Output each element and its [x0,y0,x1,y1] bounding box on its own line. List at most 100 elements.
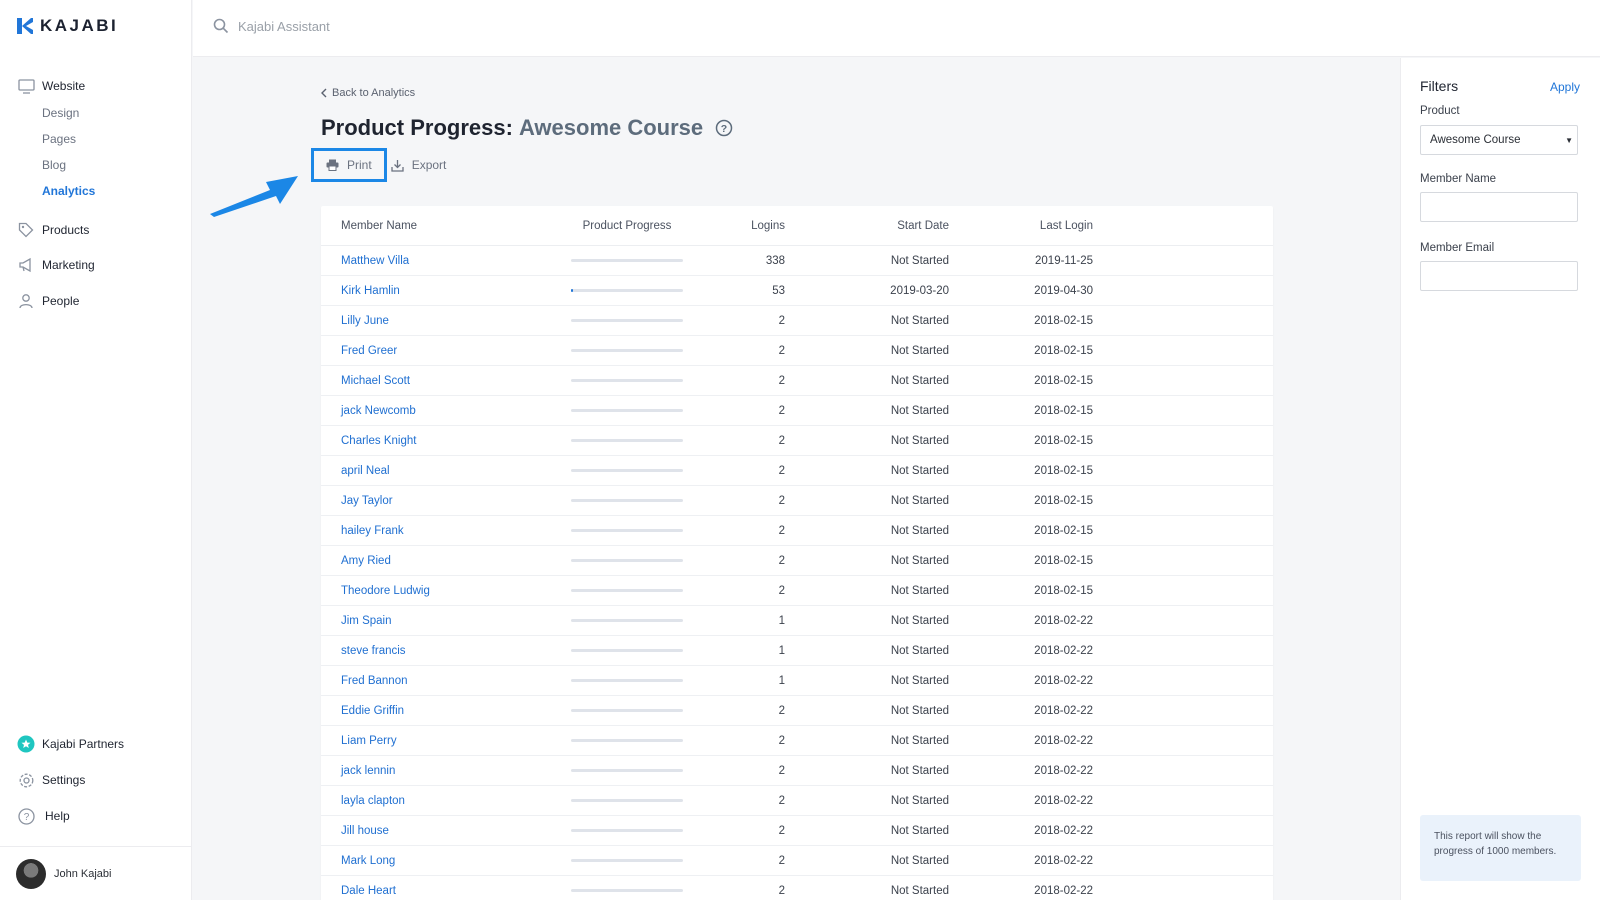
export-button[interactable]: Export [391,158,446,172]
report-actions: Print Export [311,148,446,182]
member-name-link[interactable]: april Neal [341,465,390,477]
progress-cell [561,409,693,412]
back-to-analytics-link[interactable]: Back to Analytics [321,87,415,99]
question-circle-icon[interactable]: ? [715,119,733,137]
member-name-cell: Lilly June [321,315,561,327]
person-icon [17,292,35,310]
start-date-cell: Not Started [890,494,949,507]
table-header: Member Name Product Progress Logins Star… [321,206,1273,246]
last-login-cell: 2018-02-22 [1034,824,1093,837]
print-label: Print [347,158,372,172]
table-row: Amy Ried 2 Not Started 2018-02-15 [321,546,1273,576]
member-name-cell: jack Newcomb [321,405,561,417]
last-login-cell: 2018-02-15 [1034,584,1093,597]
member-name-link[interactable]: Lilly June [341,315,389,327]
progress-bar [571,559,683,562]
col-last-login[interactable]: Last Login [949,220,1093,232]
member-name-link[interactable]: Mark Long [341,855,395,867]
user-name: John Kajabi [54,868,112,880]
progress-bar [571,319,683,322]
member-name-link[interactable]: Kirk Hamlin [341,285,400,297]
progress-cell [561,349,693,352]
search-input[interactable] [238,18,538,34]
col-member-name[interactable]: Member Name [321,220,561,232]
member-name-link[interactable]: layla clapton [341,795,405,807]
start-date-cell: Not Started [890,344,949,357]
nav-kajabi-partners[interactable]: Kajabi Partners [0,734,192,754]
member-name-link[interactable]: Matthew Villa [341,255,409,267]
member-name-link[interactable]: steve francis [341,645,406,657]
apply-filters-link[interactable]: Apply [1550,80,1580,94]
product-filter-label: Product [1420,105,1460,117]
start-date-cell: Not Started [890,524,949,537]
page-title-product: Awesome Course [518,115,704,140]
member-name-link[interactable]: Jill house [341,825,389,837]
monitor-icon [17,77,35,95]
member-email-input[interactable] [1420,261,1578,291]
table-row: Matthew Villa 338 Not Started 2019-11-25 [321,246,1273,276]
logins-cell: 338 [765,254,785,267]
member-name-link[interactable]: Charles Knight [341,435,416,447]
product-select[interactable]: Awesome Course ▼ [1420,125,1578,155]
logins-cell: 2 [778,524,785,537]
nav-products[interactable]: Products [0,220,192,240]
progress-bar [571,289,683,292]
member-name-link[interactable]: hailey Frank [341,525,404,537]
member-name-link[interactable]: Jay Taylor [341,495,393,507]
nav-pages[interactable]: Pages [0,126,192,152]
nav-analytics[interactable]: Analytics [0,178,192,204]
member-name-link[interactable]: Jim Spain [341,615,392,627]
member-name-link[interactable]: Liam Perry [341,735,397,747]
progress-cell [561,649,693,652]
logins-cell: 2 [778,494,785,507]
member-email-label: Member Email [1420,242,1495,254]
logins-cell: 2 [778,584,785,597]
kajabi-logo[interactable]: KAJABI [17,16,118,36]
start-date-cell: Not Started [890,434,949,447]
col-start-date[interactable]: Start Date [785,220,949,232]
member-name-cell: Fred Bannon [321,675,561,687]
col-logins[interactable]: Logins [693,220,785,232]
chevron-left-icon [321,88,327,98]
start-date-cell: Not Started [890,884,949,897]
logins-cell: 2 [778,764,785,777]
nav-settings-label: Settings [42,773,86,787]
member-name-link[interactable]: Michael Scott [341,375,410,387]
main-content: Back to Analytics Product Progress: Awes… [193,58,1399,900]
nav-design[interactable]: Design [0,100,192,126]
member-name-link[interactable]: jack Newcomb [341,405,416,417]
member-name-link[interactable]: Fred Greer [341,345,397,357]
last-login-cell: 2018-02-15 [1034,314,1093,327]
member-name-link[interactable]: Theodore Ludwig [341,585,430,597]
progress-bar [571,439,683,442]
table-row: Jim Spain 1 Not Started 2018-02-22 [321,606,1273,636]
member-name-link[interactable]: jack lennin [341,765,395,777]
member-name-link[interactable]: Fred Bannon [341,675,408,687]
member-progress-table: Member Name Product Progress Logins Star… [321,206,1273,900]
progress-bar [571,769,683,772]
filters-panel: Filters Apply Product Awesome Course ▼ M… [1400,58,1600,900]
print-button[interactable]: Print [311,148,387,182]
nav-website[interactable]: Website [0,76,192,96]
col-product-progress[interactable]: Product Progress [561,220,693,232]
sidebar: KAJABI Website Design Pages Blog Analyti… [0,0,192,900]
nav-marketing[interactable]: Marketing [0,255,192,275]
member-name-link[interactable]: Amy Ried [341,555,391,567]
download-icon [391,159,404,172]
nav-blog[interactable]: Blog [0,152,192,178]
logins-cell: 2 [778,824,785,837]
nav-people[interactable]: People [0,291,192,311]
progress-cell [561,529,693,532]
nav-help[interactable]: ? Help [0,806,192,826]
member-name-link[interactable]: Eddie Griffin [341,705,404,717]
progress-cell [561,469,693,472]
assistant-search[interactable] [213,18,538,34]
table-row: Lilly June 2 Not Started 2018-02-15 [321,306,1273,336]
nav-settings[interactable]: Settings [0,770,192,790]
member-name-input[interactable] [1420,192,1578,222]
user-profile[interactable]: John Kajabi [16,859,112,889]
progress-cell [561,769,693,772]
member-name-link[interactable]: Dale Heart [341,885,396,897]
member-name-cell: Kirk Hamlin [321,285,561,297]
start-date-cell: Not Started [890,674,949,687]
